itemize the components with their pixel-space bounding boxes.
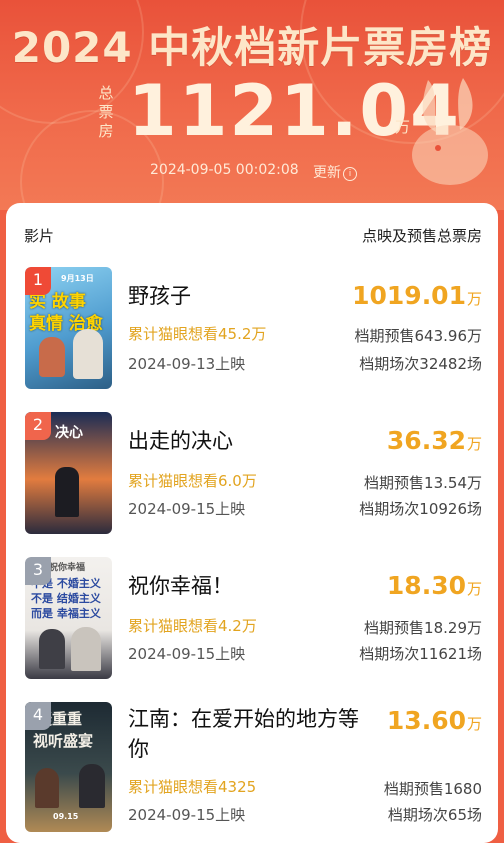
presale-amount: 档期预售18.29万 [364,619,482,637]
rank-badge: 2 [25,412,51,440]
poster-figure [35,768,59,808]
box-office-unit: 万 [466,715,482,733]
page-title: 2024 中秋档新片票房榜 [11,23,493,72]
show-count: 档期场次10926场 [359,500,482,518]
release-date: 2024-09-13上映 [128,355,246,373]
rank-badge: 3 [25,557,51,585]
update-timestamp: 2024-09-05 00:02:08 [150,162,299,178]
header-banner: 2024 中秋档新片票房榜 总票房 1121.04 万 2024-09-05 0… [0,0,504,210]
box-office-value: 13.60 [386,706,466,735]
show-count: 档期场次11621场 [359,645,482,663]
column-header-film: 影片 [24,227,55,245]
poster-figure [39,629,65,669]
movie-row[interactable]: 祝你幸福 不是 不婚主义 不是 结婚主义 而是 幸福主义 3 祝你幸福！ 累计猫… [6,557,498,697]
poster-figure [73,329,103,379]
movie-poster: 9月13日 实 故事 真情 治愈 1 [25,267,112,389]
release-date: 2024-09-15上映 [128,806,246,824]
box-office-unit: 万 [466,580,482,598]
movie-row[interactable]: 决心 2 出走的决心 累计猫眼想看6.0万 2024-09-15上映 36.32… [6,412,498,552]
box-office: 1019.01万 [352,281,482,310]
box-office-value: 36.32 [386,426,466,455]
box-office-unit: 万 [466,290,482,308]
box-office: 36.32万 [387,426,482,455]
ranking-card: 影片 点映及预售总票房 9月13日 实 故事 真情 治愈 1 野孩子 累计猫眼想… [6,203,498,843]
poster-figure [71,627,101,671]
update-label: 更新 [313,165,341,181]
box-office-value: 18.30 [386,571,466,600]
box-office: 13.60万 [387,706,482,735]
poster-text: 不是 结婚主义 [31,592,101,605]
poster-figure [79,764,105,808]
poster-figure [55,467,79,517]
poster-figure [39,337,65,377]
presale-amount: 档期预售13.54万 [364,474,482,492]
movie-title[interactable]: 江南：在爱开始的地方等你 [128,704,368,764]
box-office-unit: 万 [466,435,482,453]
movie-poster: 疑重重 视听盛宴 09.15 4 [25,702,112,832]
want-count: 累计猫眼想看6.0万 [128,472,257,490]
movie-row[interactable]: 9月13日 实 故事 真情 治愈 1 野孩子 累计猫眼想看45.2万 2024-… [6,267,498,407]
presale-amount: 档期预售643.96万 [354,327,483,345]
poster-text: 视听盛宴 [33,732,94,750]
release-date: 2024-09-15上映 [128,645,246,663]
update-info[interactable]: 更新 i [313,162,357,182]
box-office: 18.30万 [387,571,482,600]
box-office-value: 1019.01 [352,281,466,310]
want-count: 累计猫眼想看4.2万 [128,617,257,635]
poster-text: 09.15 [53,812,79,821]
show-count: 档期场次65场 [387,806,482,824]
poster-text: 决心 [55,425,83,441]
movie-title[interactable]: 祝你幸福！ [128,571,368,601]
total-box-office-label: 总票房 [98,84,114,140]
want-count: 累计猫眼想看45.2万 [128,325,267,343]
rabbit-icon [412,78,488,185]
movie-title[interactable]: 出走的决心 [128,426,368,456]
poster-text: 祝你幸福 [49,563,86,573]
presale-amount: 档期预售1680 [383,780,482,798]
movie-poster: 决心 2 [25,412,112,534]
movie-title[interactable]: 野孩子 [128,281,368,311]
poster-text: 9月13日 [61,274,94,283]
rank-badge: 1 [25,267,51,295]
column-header-box-office: 点映及预售总票房 [361,227,482,245]
poster-text: 而是 幸福主义 [31,607,101,620]
want-count: 累计猫眼想看4325 [128,778,257,796]
movie-row[interactable]: 疑重重 视听盛宴 09.15 4 江南：在爱开始的地方等你 累计猫眼想看4325… [6,702,498,842]
release-date: 2024-09-15上映 [128,500,246,518]
info-icon[interactable]: i [343,167,357,181]
rank-badge: 4 [25,702,51,730]
show-count: 档期场次32482场 [359,355,482,373]
movie-poster: 祝你幸福 不是 不婚主义 不是 结婚主义 而是 幸福主义 3 [25,557,112,679]
